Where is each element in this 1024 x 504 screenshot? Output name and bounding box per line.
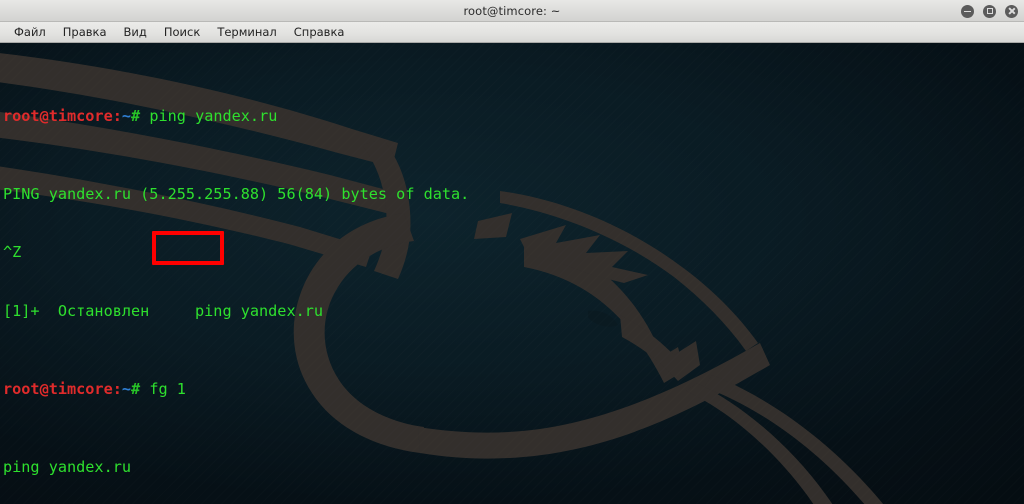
close-icon[interactable]: [1005, 4, 1018, 18]
menu-item-search[interactable]: Поиск: [156, 23, 209, 41]
menu-item-edit[interactable]: Правка: [55, 23, 116, 41]
prompt-sigil: #: [131, 379, 141, 398]
prompt-sigil: #: [131, 106, 141, 125]
command-text: ping yandex.ru: [140, 106, 278, 125]
menu-item-file[interactable]: Файл: [6, 23, 55, 41]
menu-item-view[interactable]: Вид: [116, 23, 156, 41]
terminal-output[interactable]: root@timcore:~# ping yandex.ru PING yand…: [0, 43, 1024, 504]
terminal-line: root@timcore:~# ping yandex.ru: [3, 107, 1024, 127]
prompt-path: ~: [121, 379, 132, 398]
prompt-user-host: root@timcore: [3, 379, 113, 398]
menu-item-help[interactable]: Справка: [286, 23, 354, 41]
prompt-colon: :: [112, 106, 122, 125]
menu-item-terminal[interactable]: Терминал: [209, 23, 285, 41]
terminal-line: ^Z: [3, 243, 22, 261]
minimize-icon[interactable]: [961, 4, 974, 18]
title-bar[interactable]: root@timcore: ~: [0, 0, 1024, 22]
terminal-surface[interactable]: root@timcore:~# ping yandex.ru PING yand…: [0, 43, 1024, 504]
prompt-colon: :: [112, 379, 122, 398]
terminal-line: [1]+ Остановлен ping yandex.ru: [3, 301, 324, 320]
window-controls: [961, 0, 1018, 22]
terminal-window: root@timcore: ~ Файл Правка Вид Поиск Те…: [0, 0, 1024, 504]
terminal-line: PING yandex.ru (5.255.255.88) 56(84) byt…: [3, 184, 470, 203]
prompt-path: ~: [121, 106, 132, 125]
maximize-icon[interactable]: [983, 4, 996, 18]
prompt-user-host: root@timcore: [3, 106, 113, 125]
terminal-line: root@timcore:~# fg 1: [3, 380, 1024, 400]
command-text: fg 1: [140, 379, 186, 398]
menu-bar: Файл Правка Вид Поиск Терминал Справка: [0, 22, 1024, 43]
terminal-line: ping yandex.ru: [3, 457, 132, 476]
window-title: root@timcore: ~: [463, 3, 561, 18]
